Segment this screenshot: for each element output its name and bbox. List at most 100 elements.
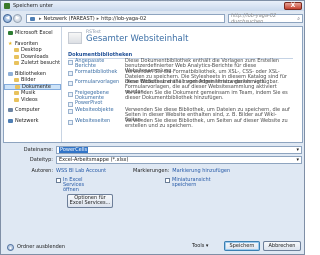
filetype-label: Dateityp: — [29, 157, 53, 163]
hide-folders-link[interactable]: Ordner ausblenden — [17, 244, 65, 250]
tags-value[interactable]: Markierung hinzufügen — [172, 168, 230, 174]
folder-icon — [14, 97, 19, 102]
library-description: Verwenden Sie diese Bibliothek, um Seite… — [125, 117, 288, 129]
breadcrumb-sep-1: ▸ — [39, 15, 42, 22]
computer-icon — [8, 108, 13, 113]
star-icon: ★ — [8, 40, 13, 47]
library-row[interactable]: Websiteobjekte Verwenden Sie diese Biblio… — [68, 108, 302, 123]
sidebar-item-label: Computer — [15, 107, 40, 114]
site-content: RSTest Gesamter Websiteinhalt Dokumentbi… — [64, 27, 302, 142]
library-icon — [68, 81, 73, 86]
authors-row: Autoren: WSS Bl Lab Account — [3, 168, 107, 174]
sidebar-item-label: Netzwerk — [15, 117, 39, 124]
excel-services-option[interactable]: In Excel Services öffnen — [56, 178, 96, 193]
library-icon — [68, 102, 73, 107]
tags-row: Markierungen: Markierung hinzufügen — [133, 168, 230, 174]
library-icon — [68, 109, 73, 114]
library-name[interactable]: Formularvorlagen — [75, 80, 125, 85]
site-heading: RSTest Gesamter Websiteinhalt — [86, 30, 188, 44]
excel-services-label: In Excel Services öffnen — [63, 177, 85, 193]
library-icon — [68, 60, 73, 65]
network-icon — [30, 16, 35, 21]
search-icon: ⌕ — [297, 15, 300, 22]
excel-app-icon — [4, 3, 10, 9]
filetype-select[interactable]: Excel-Arbeitsmappe (*.xlsx) ▾ — [56, 156, 302, 164]
authors-label: Autoren: — [31, 168, 53, 174]
sidebar-item-label: Musik — [21, 90, 36, 97]
library-row[interactable]: Formularvorlagen Diese Bibliothek enthält… — [68, 80, 302, 95]
sidebar-item-label: Bilder — [21, 77, 36, 84]
tools-label: Tools — [192, 243, 205, 249]
filename-value: PowerCells — [59, 147, 89, 153]
breadcrumb-sep-2: ▸ — [96, 15, 100, 22]
sidebar-item-label: Microsoft Excel — [15, 30, 53, 37]
folder-icon — [14, 48, 19, 53]
tags-label: Markierungen: — [133, 168, 170, 174]
filename-row: Dateiname: PowerCells ▾ — [3, 146, 302, 154]
page-title: Gesamter Websiteinhalt — [86, 34, 189, 44]
chevron-down-icon: ▾ — [296, 147, 299, 153]
excel-services-options-button[interactable]: Optionen für Excel Services... — [67, 194, 113, 208]
sidebar-item-label: Videos — [21, 96, 38, 103]
sidebar-item-label: Zuletzt besucht — [21, 60, 61, 67]
filetype-row: Dateityp: Excel-Arbeitsmappe (*.xlsx) ▾ — [3, 156, 302, 164]
save-button[interactable]: Speichern — [224, 241, 260, 251]
browser-pane: Microsoft Excel ★ Favoriten Desktop Downl… — [3, 26, 303, 143]
sidebar-item-label: Dokumente — [22, 83, 51, 90]
excel-services-checkbox[interactable] — [56, 178, 61, 183]
sidebar-item-label: Desktop — [21, 47, 42, 54]
library-name[interactable]: Formatbibliothek — [75, 69, 125, 75]
site-header: RSTest Gesamter Websiteinhalt — [68, 30, 302, 48]
close-button[interactable]: X — [284, 2, 302, 10]
library-description: Verwenden Sie die Dokument gemeinsam im … — [125, 89, 288, 101]
library-name[interactable]: Angepasste Berichte — [75, 59, 125, 69]
navigation-bar: ◀ ▶ ▸ Netzwerk (FAREAST) ▸ http://lob-ya… — [3, 12, 303, 25]
search-placeholder: http://lob-yaga-02 durchsuchen — [231, 12, 277, 25]
sidebar-item-label: Downloads — [21, 53, 49, 60]
breadcrumb-network[interactable]: Netzwerk (FAREAST) — [44, 16, 95, 22]
authors-value[interactable]: WSS Bl Lab Account — [56, 168, 106, 174]
filename-label: Dateiname: — [23, 147, 53, 153]
library-row[interactable]: Freigegebene Dokumente Verwenden Sie die … — [68, 89, 302, 102]
excel-icon — [8, 31, 13, 36]
library-icon — [68, 91, 73, 97]
sidebar-item-netzwerk[interactable]: Netzwerk — [4, 118, 61, 125]
window-title: Speichern unter — [13, 3, 53, 9]
thumbnail-option[interactable]: Miniaturansicht speichern — [165, 178, 220, 188]
folder-icon — [14, 91, 19, 96]
folder-icon — [14, 78, 19, 83]
address-bar[interactable]: ▸ Netzwerk (FAREAST) ▸ http://lob-yaga-0… — [26, 14, 225, 23]
sidebar-item-label: Favoriten — [15, 40, 39, 47]
forward-button[interactable]: ▶ — [13, 14, 22, 23]
library-row[interactable]: Websiteseiten Verwenden Sie diese Bibliot… — [68, 117, 302, 130]
navigation-pane: Microsoft Excel ★ Favoriten Desktop Downl… — [4, 27, 62, 142]
chevron-down-icon: ▾ — [296, 157, 299, 163]
title-bar: Speichern unter X — [1, 1, 304, 11]
library-name[interactable]: Websiteobjekte — [75, 108, 125, 113]
network-icon — [8, 118, 13, 123]
library-name[interactable]: PowerPivot — [75, 101, 125, 106]
save-options-panel: Dateiname: PowerCells ▾ Dateityp: Excel-… — [3, 144, 303, 254]
folder-icon — [15, 84, 20, 89]
library-icon — [68, 119, 73, 125]
filename-field[interactable]: PowerCells ▾ — [56, 146, 302, 154]
save-as-dialog: Speichern unter X ◀ ▶ ▸ Netzwerk (FAREAS… — [0, 0, 305, 255]
cancel-button[interactable]: Abbrechen — [263, 241, 301, 251]
dialog-footer: ▴ Ordner ausblenden Tools ▾ Speichern Ab… — [3, 241, 303, 253]
tools-button[interactable]: Tools ▾ — [192, 243, 208, 249]
breadcrumb-site[interactable]: http://lob-yaga-02 — [101, 16, 146, 22]
library-name[interactable]: Websiteseiten — [75, 118, 125, 124]
library-name[interactable]: Freigegebene Dokumente — [75, 90, 125, 101]
filetype-value: Excel-Arbeitsmappe (*.xlsx) — [59, 157, 129, 163]
site-logo — [68, 32, 82, 44]
sidebar-item-label: Bibliotheken — [15, 70, 46, 77]
thumbnail-checkbox[interactable] — [165, 178, 170, 183]
search-input[interactable]: http://lob-yaga-02 durchsuchen ⌕ — [228, 12, 303, 25]
folder-icon — [14, 54, 19, 59]
collapse-icon[interactable]: ▴ — [7, 243, 14, 251]
thumbnail-label: Miniaturansicht speichern — [172, 177, 211, 188]
library-row[interactable]: Angepasste Berichte Diese Dokumentbibliot… — [68, 59, 302, 74]
chevron-down-icon: ▾ — [205, 243, 209, 249]
library-icon — [8, 71, 13, 76]
back-button[interactable]: ◀ — [3, 14, 12, 23]
